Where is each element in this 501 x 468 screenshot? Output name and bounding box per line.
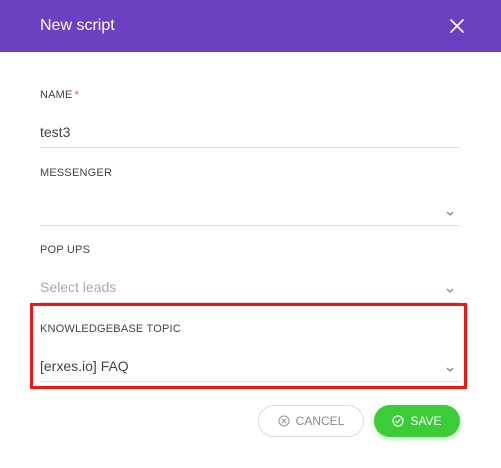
check-circle-icon bbox=[392, 415, 405, 427]
save-button[interactable]: SAVE bbox=[374, 405, 460, 437]
name-label-text: NAME bbox=[40, 89, 73, 101]
name-label: NAME * bbox=[40, 88, 460, 102]
knowledgebase-topic-field: KNOWLEDGEBASE TOPIC [erxes.io] FAQ bbox=[40, 322, 460, 382]
modal-header: New script bbox=[0, 0, 501, 52]
name-input[interactable]: test3 bbox=[40, 116, 460, 148]
messenger-select[interactable] bbox=[40, 194, 460, 226]
required-mark: * bbox=[74, 89, 80, 101]
name-field: NAME * test3 bbox=[40, 88, 460, 148]
new-script-modal: New script NAME * test3 MESSENGER POP UPS… bbox=[0, 0, 501, 468]
popups-field: POP UPS Select leads bbox=[40, 243, 460, 303]
modal-title: New script bbox=[40, 17, 115, 34]
popups-select[interactable]: Select leads bbox=[40, 271, 460, 303]
chevron-down-icon bbox=[445, 205, 455, 216]
chevron-down-icon bbox=[445, 361, 455, 372]
knowledgebase-topic-label: KNOWLEDGEBASE TOPIC bbox=[40, 323, 181, 335]
cancel-button[interactable]: CANCEL bbox=[258, 405, 364, 437]
popups-placeholder: Select leads bbox=[40, 278, 117, 295]
close-icon[interactable] bbox=[449, 18, 465, 34]
cancel-circle-icon bbox=[278, 415, 290, 427]
knowledgebase-topic-select[interactable]: [erxes.io] FAQ bbox=[40, 350, 460, 382]
knowledgebase-topic-value: [erxes.io] FAQ bbox=[40, 357, 129, 374]
name-input-value: test3 bbox=[40, 123, 71, 140]
messenger-field: MESSENGER bbox=[40, 166, 460, 226]
cancel-button-label: CANCEL bbox=[295, 414, 345, 428]
popups-label: POP UPS bbox=[40, 244, 91, 256]
messenger-label: MESSENGER bbox=[40, 167, 113, 179]
save-button-label: SAVE bbox=[410, 414, 442, 428]
chevron-down-icon bbox=[445, 282, 455, 293]
